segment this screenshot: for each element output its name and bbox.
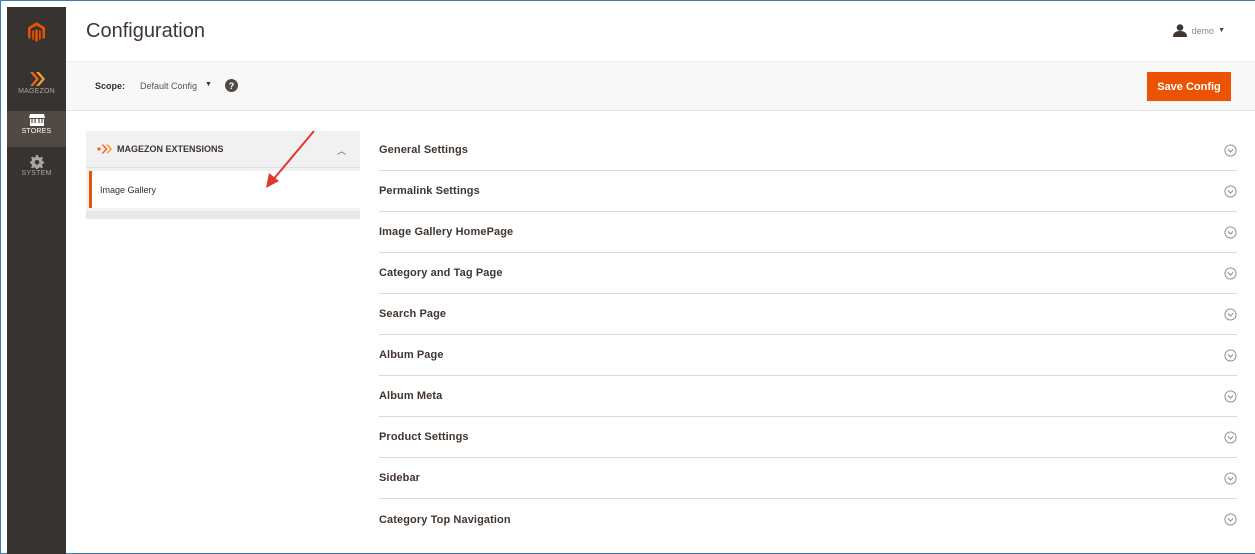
config-section[interactable]: Sidebar <box>379 458 1237 499</box>
sidebar-item-system[interactable]: SYSTEM <box>7 149 66 185</box>
magento-logo-icon <box>28 21 45 42</box>
sidebar-item-label: MAGEZON <box>18 88 55 95</box>
magento-logo[interactable] <box>7 7 66 57</box>
user-name: demo <box>1191 25 1215 36</box>
config-section[interactable]: Album Meta <box>379 376 1237 417</box>
config-section[interactable]: Category Top Navigation <box>379 499 1237 540</box>
magezon-icon <box>97 144 113 154</box>
section-title: Permalink Settings <box>379 185 480 197</box>
section-title: Category and Tag Page <box>379 267 503 279</box>
section-title: Sidebar <box>379 472 421 484</box>
tab-group-header[interactable]: MAGEZON EXTENSIONS ︿ <box>86 131 360 168</box>
save-config-button[interactable]: Save Config <box>1147 72 1231 101</box>
section-title: Category Top Navigation <box>379 513 511 526</box>
expand-toggle-icon[interactable] <box>1224 390 1237 403</box>
expand-toggle-icon[interactable] <box>1224 513 1237 526</box>
section-title: Search Page <box>379 308 447 320</box>
help-icon[interactable]: ? <box>225 79 238 92</box>
scope-toolbar: Scope: Default Config ▼ ? Save Config <box>66 61 1255 111</box>
chevron-down-icon[interactable]: ▼ <box>205 81 212 88</box>
config-section[interactable]: Product Settings <box>379 417 1237 458</box>
config-section[interactable]: Album Page <box>379 335 1237 376</box>
config-section[interactable]: Permalink Settings <box>379 171 1237 212</box>
config-tabs: MAGEZON EXTENSIONS ︿ Image Gallery <box>86 131 360 219</box>
section-title: Album Page <box>379 349 444 361</box>
config-section[interactable]: Image Gallery HomePage <box>379 212 1237 253</box>
store-icon <box>28 114 45 126</box>
sidebar-item-magezon[interactable]: MAGEZON <box>7 69 66 109</box>
expand-toggle-icon[interactable] <box>1224 267 1237 280</box>
tabs-divider <box>86 211 360 219</box>
page-title: Configuration <box>86 20 205 42</box>
chevron-down-icon: ▼ <box>1218 27 1225 34</box>
sidebar-item-label: SYSTEM <box>21 170 52 177</box>
section-title: Album Meta <box>379 390 443 402</box>
sidebar-item-label: STORES <box>21 128 52 135</box>
expand-toggle-icon[interactable] <box>1224 472 1237 485</box>
admin-sidebar: MAGEZON STORES SYSTEM <box>7 7 66 554</box>
sidebar-item-stores[interactable]: STORES <box>7 111 66 147</box>
section-title: General Settings <box>379 144 469 156</box>
section-title: Product Settings <box>379 431 469 443</box>
expand-toggle-icon[interactable] <box>1224 308 1237 321</box>
expand-toggle-icon[interactable] <box>1224 431 1237 444</box>
expand-toggle-icon[interactable] <box>1224 226 1237 239</box>
annotation-arrow-icon <box>266 130 315 188</box>
user-icon <box>1172 24 1187 37</box>
user-menu[interactable]: demo ▼ <box>1172 24 1225 37</box>
gear-icon <box>29 155 44 169</box>
section-title: Image Gallery HomePage <box>379 226 514 238</box>
expand-toggle-icon[interactable] <box>1224 144 1237 157</box>
config-section[interactable]: Search Page <box>379 294 1237 335</box>
scope-label: Scope: <box>95 81 126 91</box>
config-sections: General Settings Permalink Settings Image … <box>379 130 1237 540</box>
scope-switcher[interactable]: Default Config <box>140 81 197 91</box>
config-section[interactable]: Category and Tag Page <box>379 253 1237 294</box>
tab-group-title: MAGEZON EXTENSIONS <box>117 144 224 154</box>
expand-toggle-icon[interactable] <box>1224 185 1237 198</box>
tab-image-gallery[interactable]: Image Gallery <box>89 171 360 208</box>
config-section[interactable]: General Settings <box>379 130 1237 171</box>
chevron-up-icon[interactable]: ︿ <box>337 144 346 157</box>
expand-toggle-icon[interactable] <box>1224 349 1237 362</box>
magezon-icon <box>29 72 45 86</box>
